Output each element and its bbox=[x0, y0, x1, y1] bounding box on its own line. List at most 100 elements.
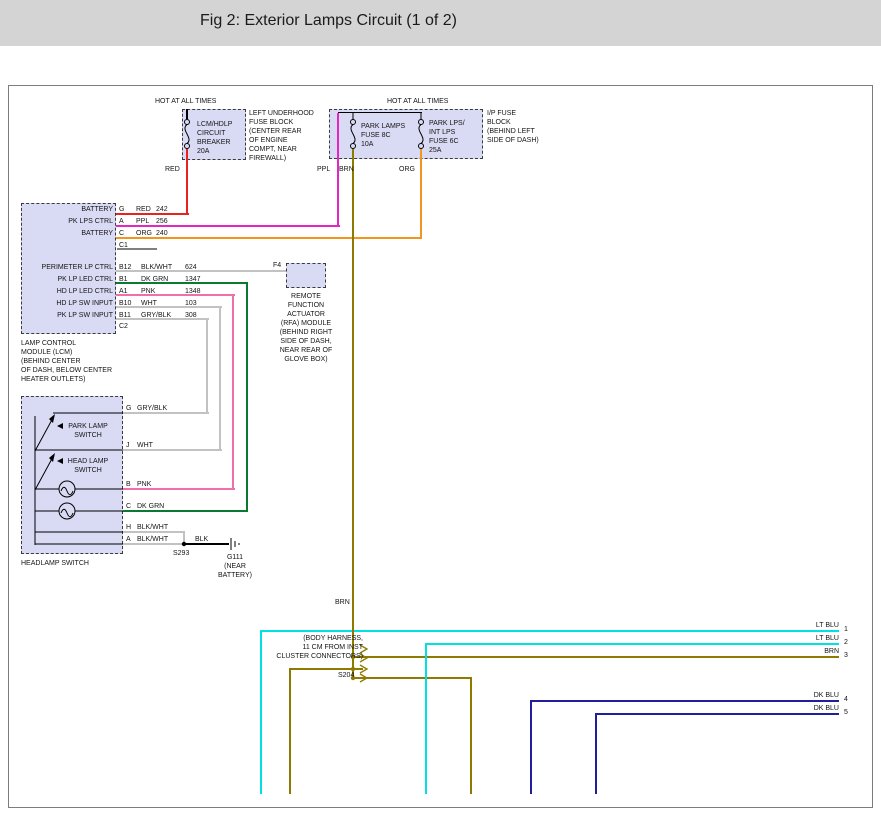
continuation-number: 5 bbox=[844, 708, 848, 717]
fuse-block-bus-line bbox=[338, 112, 422, 113]
wire-ltblu-2-drop bbox=[425, 643, 427, 794]
circuit-number: 242 bbox=[156, 205, 168, 214]
wire-color-label: BRN bbox=[797, 647, 839, 656]
hot-label-ip: HOT AT ALL TIMES bbox=[387, 97, 448, 106]
lcm-caption: LAMP CONTROL MODULE (LCM) (BEHIND CENTER… bbox=[21, 339, 112, 384]
wire-ltblu-2 bbox=[425, 643, 839, 645]
body-harness-note: (BODY HARNESS, 11 CM FROM INST CLUSTER C… bbox=[255, 634, 363, 661]
continuation-number: 3 bbox=[844, 651, 848, 660]
lcm-signal-label: HD LP SW INPUT bbox=[23, 299, 113, 308]
connector-label-c1: C1 bbox=[119, 241, 128, 250]
wire-wht-drop bbox=[219, 306, 221, 451]
wire-color-label: LT BLU bbox=[797, 621, 839, 630]
wire-color-label-red: RED bbox=[165, 165, 180, 174]
wire-dkblu-5 bbox=[595, 713, 839, 715]
wire-color-label: BLK/WHT bbox=[137, 523, 168, 532]
wire-dkblu-4-drop bbox=[530, 700, 532, 794]
wiring-diagram-canvas: HOT AT ALL TIMES LCM/HDLP CIRCUIT BREAKE… bbox=[8, 85, 873, 808]
wire-red-242 bbox=[116, 213, 189, 215]
wire-color-label: GRY/BLK bbox=[137, 404, 167, 413]
wire-color-label: BLK/WHT bbox=[137, 535, 168, 544]
park-lamp-switch-label: PARK LAMP SWITCH bbox=[61, 422, 115, 440]
lcm-signal-label: PK LPS CTRL bbox=[23, 217, 113, 226]
figure-header-bar: Fig 2: Exterior Lamps Circuit (1 of 2) bbox=[0, 0, 881, 46]
wire-pnk-drop bbox=[232, 294, 234, 490]
pin-label: G bbox=[119, 205, 124, 214]
lcm-signal-label: PERIMETER LP CTRL bbox=[23, 263, 113, 272]
headlamp-switch-box bbox=[21, 396, 123, 554]
splice-s204-label: S204 bbox=[338, 671, 354, 680]
wire-color-label: RED bbox=[136, 205, 151, 214]
wire-color-label: PNK bbox=[137, 480, 151, 489]
head-lamp-switch-label: HEAD LAMP SWITCH bbox=[61, 457, 115, 475]
lcm-signal-label: PK LP SW INPUT bbox=[23, 311, 113, 320]
circuit-number: 308 bbox=[185, 311, 197, 320]
wire-brn-right-drop bbox=[470, 677, 472, 794]
pin-label: B10 bbox=[119, 299, 131, 308]
splice-s293-label: S293 bbox=[173, 549, 189, 558]
wire-red-drop bbox=[186, 149, 188, 215]
circuit-number: 624 bbox=[185, 263, 197, 272]
wire-brn-branch-right bbox=[353, 677, 472, 679]
wire-gryblk-drop bbox=[206, 318, 208, 414]
wire-color-label: DK GRN bbox=[141, 275, 168, 284]
wire-ltblu-1 bbox=[260, 630, 839, 632]
ground-g111-label: G111 (NEAR BATTERY) bbox=[209, 553, 261, 580]
continuation-number: 1 bbox=[844, 625, 848, 634]
continuation-number: 2 bbox=[844, 638, 848, 647]
wire-dkgrn-drop bbox=[246, 282, 248, 512]
wire-color-label: GRY/BLK bbox=[141, 311, 171, 320]
pin-label: A1 bbox=[119, 287, 128, 296]
pin-label: C bbox=[126, 502, 131, 511]
wire-color-label: DK GRN bbox=[137, 502, 164, 511]
lcm-signal-label: BATTERY bbox=[23, 229, 113, 238]
pin-label: B11 bbox=[119, 311, 131, 320]
breaker-feed-stub bbox=[186, 109, 188, 119]
breaker-label: LCM/HDLP CIRCUIT BREAKER 20A bbox=[197, 120, 232, 156]
lcm-signal-label: BATTERY bbox=[23, 205, 113, 214]
pin-label: C bbox=[119, 229, 124, 238]
pin-label: J bbox=[126, 441, 130, 450]
circuit-number: 256 bbox=[156, 217, 168, 226]
pin-label: H bbox=[126, 523, 131, 532]
wire-color-label: LT BLU bbox=[797, 634, 839, 643]
wire-color-label: BLK/WHT bbox=[141, 263, 172, 272]
pin-label: A bbox=[126, 535, 131, 544]
wire-dkblu-5-drop bbox=[595, 713, 597, 794]
wire-dkblu-4 bbox=[530, 700, 839, 702]
pin-label: B bbox=[126, 480, 131, 489]
rfa-module-box bbox=[286, 263, 326, 288]
wire-ppl-256 bbox=[116, 225, 340, 227]
figure-title: Fig 2: Exterior Lamps Circuit (1 of 2) bbox=[200, 12, 457, 30]
underhood-block-location: LEFT UNDERHOOD FUSE BLOCK (CENTER REAR O… bbox=[249, 109, 314, 163]
wire-color-label-brn: BRN bbox=[339, 165, 354, 174]
wire-color-label-blk: BLK bbox=[195, 535, 208, 544]
wire-color-label: PPL bbox=[136, 217, 149, 226]
wire-brn-main-drop bbox=[352, 149, 354, 679]
circuit-number: 1347 bbox=[185, 275, 201, 284]
wire-color-label: WHT bbox=[137, 441, 153, 450]
rfa-pin-label: F4 bbox=[273, 261, 281, 270]
fuse2-label: PARK LPS/ INT LPS FUSE 6C 25A bbox=[429, 119, 465, 155]
circuit-number: 103 bbox=[185, 299, 197, 308]
wire-color-label: PNK bbox=[141, 287, 155, 296]
lcm-signal-label: PK LP LED CTRL bbox=[23, 275, 113, 284]
wire-org-drop bbox=[420, 149, 422, 239]
wire-color-label-ppl: PPL bbox=[317, 165, 330, 174]
wire-color-label: DK BLU bbox=[797, 691, 839, 700]
pin-label: G bbox=[126, 404, 131, 413]
wire-h-to-a-join bbox=[183, 531, 185, 545]
fuse1-label: PARK LAMPS FUSE 8C 10A bbox=[361, 122, 405, 149]
connector-label-c2: C2 bbox=[119, 322, 128, 331]
lcm-signal-label: HD LP LED CTRL bbox=[23, 287, 113, 296]
pin-label: B1 bbox=[119, 275, 128, 284]
wire-color-label: ORG bbox=[136, 229, 152, 238]
headlamp-switch-caption: HEADLAMP SWITCH bbox=[21, 559, 89, 568]
hot-label-left: HOT AT ALL TIMES bbox=[155, 97, 216, 106]
continuation-number: 4 bbox=[844, 695, 848, 704]
wire-wht-103 bbox=[116, 306, 222, 308]
circuit-number: 240 bbox=[156, 229, 168, 238]
ip-block-location: I/P FUSE BLOCK (BEHIND LEFT SIDE OF DASH… bbox=[487, 109, 539, 145]
wire-color-label-brn-drop: BRN bbox=[335, 598, 350, 607]
rfa-caption: REMOTE FUNCTION ACTUATOR (RFA) MODULE (B… bbox=[266, 292, 346, 364]
